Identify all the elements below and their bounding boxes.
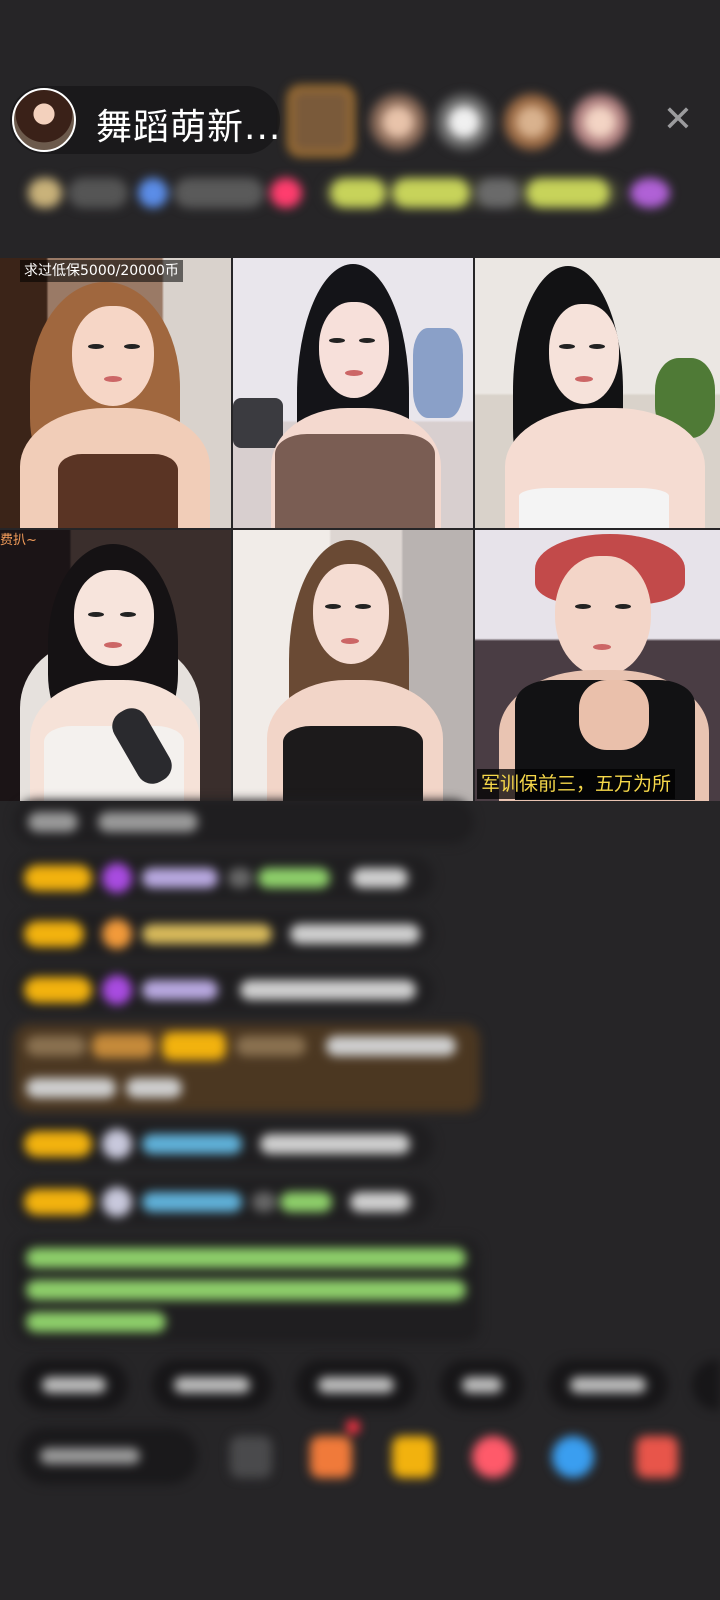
quick-reply-chip[interactable]	[548, 1360, 668, 1410]
caption-text: 军训保前三，五万为所	[477, 769, 676, 799]
highlight-message[interactable]	[14, 1024, 480, 1112]
info-bar[interactable]	[18, 170, 686, 216]
tile-overlay-text: 费扒~	[0, 533, 37, 548]
notification-dot	[346, 1420, 360, 1434]
chat-message[interactable]	[14, 1122, 434, 1166]
video-tile-2[interactable]	[233, 258, 473, 528]
quick-reply-chip[interactable]	[152, 1360, 272, 1410]
viewer-avatar[interactable]	[436, 94, 492, 150]
video-grid: 求过低保5000/20000币 费扒~ 军训保前三，五万为所	[0, 258, 720, 801]
chat-message[interactable]	[14, 856, 434, 900]
host-avatar[interactable]	[12, 88, 76, 152]
quick-reply-chip[interactable]	[692, 1360, 720, 1410]
host-name: 舞蹈萌新...	[96, 107, 282, 148]
gift-box-icon[interactable]	[310, 1436, 352, 1478]
quick-reply-chip[interactable]	[440, 1360, 524, 1410]
chat-message[interactable]	[14, 1180, 434, 1224]
game-icon[interactable]	[552, 1436, 594, 1478]
video-tile-1[interactable]: 求过低保5000/20000币	[0, 258, 231, 528]
video-tile-3[interactable]	[475, 258, 720, 528]
quick-reply-chip[interactable]	[296, 1360, 416, 1410]
gift-icon[interactable]	[636, 1436, 678, 1478]
close-icon[interactable]: ✕	[660, 100, 696, 140]
chat-message[interactable]	[14, 912, 434, 956]
red-envelope-icon[interactable]	[472, 1436, 514, 1478]
tile-overlay-text: 求过低保5000/20000币	[20, 260, 183, 282]
viewer-avatar[interactable]	[572, 94, 628, 150]
video-tile-5[interactable]	[233, 530, 473, 801]
video-tile-4[interactable]: 费扒~	[0, 530, 231, 801]
comment-input[interactable]	[18, 1428, 198, 1484]
viewer-avatar[interactable]	[288, 86, 354, 156]
quick-reply-chip[interactable]	[20, 1360, 128, 1410]
viewer-avatar[interactable]	[370, 94, 426, 150]
emoji-icon[interactable]	[230, 1436, 272, 1478]
chat-message[interactable]	[14, 968, 434, 1012]
system-message	[14, 1238, 480, 1342]
viewer-avatar[interactable]	[504, 94, 560, 150]
chat-message[interactable]	[14, 800, 474, 844]
video-tile-6[interactable]: 军训保前三，五万为所	[475, 530, 720, 801]
lucky-bag-icon[interactable]	[392, 1436, 434, 1478]
